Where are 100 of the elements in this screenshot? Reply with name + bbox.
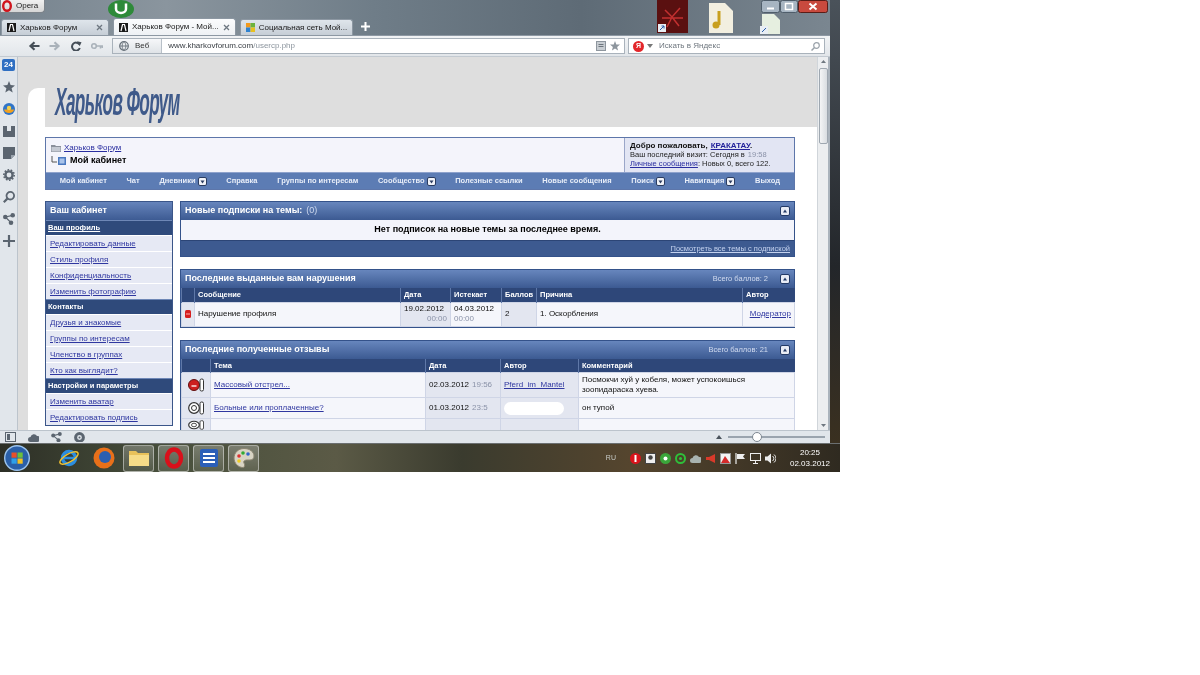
sidebar-link[interactable]: Изменить аватар: [46, 393, 172, 409]
tab[interactable]: Харьков Форум: [1, 19, 109, 35]
empty-message: Нет подписок на новые темы за последнее время.: [374, 223, 601, 237]
close-button[interactable]: [798, 0, 828, 13]
sidebar-link[interactable]: Редактировать подпись: [46, 409, 172, 425]
author-link[interactable]: Модератор: [749, 309, 791, 318]
date-text: 02.03.2012: [429, 380, 470, 389]
sidebar-link[interactable]: Стиль профиля: [46, 251, 172, 267]
reload-icon[interactable]: [70, 41, 82, 51]
star-icon[interactable]: [610, 41, 620, 51]
menu-icon[interactable]: [726, 176, 736, 186]
star-icon[interactable]: [2, 81, 15, 93]
note-icon[interactable]: [2, 147, 15, 159]
nodes-icon[interactable]: [51, 432, 62, 442]
sidebar-link[interactable]: Редактировать данные: [46, 235, 172, 251]
time-text: 00:00: [425, 314, 447, 324]
search-icon[interactable]: [811, 41, 820, 51]
at-sign-icon[interactable]: [674, 452, 686, 464]
date-text: 19.02.2012: [404, 304, 446, 314]
reputation-icon: [188, 401, 204, 415]
breadcrumb-link[interactable]: Харьков Форум: [64, 141, 122, 154]
disc-icon[interactable]: [629, 452, 641, 464]
menu-icon[interactable]: [655, 176, 665, 186]
site-icon: [245, 23, 255, 32]
back-arrow-icon[interactable]: [28, 41, 40, 51]
search-icon[interactable]: [2, 191, 15, 203]
nodes-icon[interactable]: [2, 213, 15, 225]
date-text: 01.03.2012: [429, 403, 470, 412]
scrollbar-thumb[interactable]: [818, 68, 828, 144]
close-icon[interactable]: [222, 23, 230, 31]
menu-icon[interactable]: [426, 176, 436, 186]
opera-menu-button[interactable]: Opera: [0, 0, 46, 13]
folder-icon: [51, 143, 61, 152]
settings-icon[interactable]: [2, 169, 15, 181]
disc-icon[interactable]: [659, 452, 671, 464]
minimize-button[interactable]: [761, 0, 780, 13]
tab[interactable]: Социальная сеть Мой...: [239, 19, 354, 35]
sidebar-link[interactable]: Друзья и знакомые: [46, 314, 172, 330]
slider-thumb[interactable]: [752, 432, 763, 442]
image-icon[interactable]: [719, 452, 731, 464]
topic-link[interactable]: Массовый отстрел...: [214, 380, 290, 389]
table-cell: 2: [501, 302, 537, 326]
table-cell: он тупой: [578, 397, 795, 419]
web-button[interactable]: Веб: [113, 39, 163, 53]
tab[interactable]: Харьков Форум - Мой...: [113, 18, 236, 35]
scroll-down-icon[interactable]: [820, 424, 826, 427]
plus-icon[interactable]: [2, 235, 15, 247]
column-header: [181, 288, 195, 302]
music-file-icon[interactable]: [707, 3, 733, 33]
site-icon: [7, 23, 16, 32]
table-cell: 1. Оскорбления: [536, 302, 743, 326]
infraction-icon: [185, 310, 191, 318]
time-text: 23:5: [472, 403, 488, 412]
reputation-icon: [188, 378, 204, 392]
panel-toggle-icon[interactable]: [5, 432, 16, 442]
file-shortcut-icon[interactable]: [760, 14, 780, 34]
collapse-icon[interactable]: [780, 344, 790, 355]
subscription-count: (0): [306, 204, 318, 218]
collapse-icon[interactable]: [780, 206, 790, 216]
counter-tile[interactable]: 24: [2, 59, 15, 71]
app-shortcut-icon[interactable]: [657, 0, 688, 33]
time-text: 00:00: [454, 314, 476, 324]
sidebar-link[interactable]: Группы по интересам: [46, 330, 172, 346]
author-link[interactable]: Pferd_im_Mantel: [504, 380, 565, 389]
cloud-icon[interactable]: [28, 432, 39, 442]
reputation-icon: [188, 420, 204, 430]
caret-icon[interactable]: [647, 44, 653, 48]
portrait-icon[interactable]: [644, 452, 656, 464]
scroll-up-icon[interactable]: [820, 60, 826, 63]
section-title: Последние полученные отзывы: [185, 342, 330, 356]
triangle-icon[interactable]: [716, 435, 722, 439]
topic-link[interactable]: Больные или проплаченные?: [214, 403, 324, 412]
disc-icon[interactable]: [108, 0, 134, 18]
globe-icon: [119, 41, 129, 51]
scrollbar[interactable]: [817, 57, 830, 430]
page-icon[interactable]: [596, 41, 606, 51]
flag-icon[interactable]: [734, 452, 746, 464]
monitor-icon[interactable]: [749, 452, 761, 464]
close-icon[interactable]: [96, 24, 103, 31]
table-cell: Посмокчи хуй у кобеля, может успокоишься зоопидараска хуева.: [578, 372, 795, 398]
address-field[interactable]: Веб www.kharkovforum.com/usercp.php: [112, 38, 625, 54]
collapse-icon[interactable]: [780, 274, 790, 284]
globe-icon[interactable]: [2, 103, 15, 115]
clock-time[interactable]: 20:25: [799, 447, 820, 458]
sidebar-link[interactable]: Конфиденциальность: [46, 267, 172, 283]
section-title: Новые подписки на темы:: [185, 204, 303, 218]
ring-icon: [2, 0, 12, 12]
sidebar-link[interactable]: Членство в группах: [46, 346, 172, 362]
start-button[interactable]: [4, 445, 30, 471]
site-logo[interactable]: Харьков Форум: [55, 83, 180, 123]
cloud-icon[interactable]: [689, 452, 701, 464]
globe-icon[interactable]: [92, 447, 115, 469]
ring-orbit-icon[interactable]: [57, 447, 80, 469]
clock-date[interactable]: 02.03.2012: [789, 458, 830, 469]
volume-icon[interactable]: [764, 452, 776, 464]
section-title: Последние выданные вам нарушения: [185, 272, 356, 286]
maximize-button[interactable]: [780, 0, 798, 13]
site-icon: [119, 22, 128, 32]
inbox-icon[interactable]: [2, 125, 15, 137]
menu-icon[interactable]: [197, 176, 207, 186]
